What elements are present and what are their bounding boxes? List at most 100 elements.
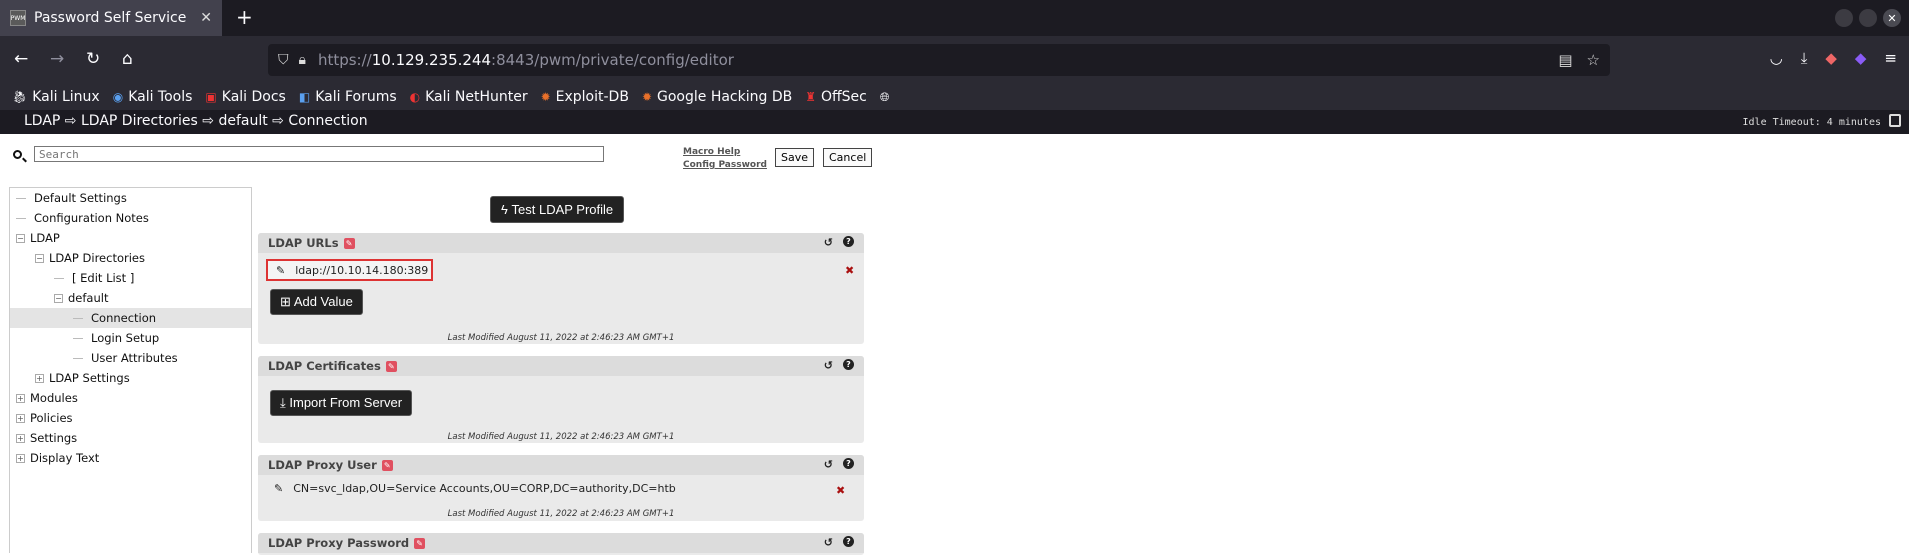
tree-item[interactable]: + Settings bbox=[16, 428, 77, 448]
reset-icon[interactable]: ↺ bbox=[824, 536, 833, 549]
tree-item[interactable]: − LDAP bbox=[16, 228, 60, 248]
cancel-button[interactable]: Cancel bbox=[823, 148, 873, 167]
bookmark-kali-linux[interactable]: 🐉︎ Kali Linux bbox=[12, 89, 100, 105]
menu-icon[interactable]: ≡ bbox=[1884, 49, 1897, 67]
bookmark-offsec[interactable]: ♜ OffSec bbox=[805, 89, 867, 105]
expand-icon[interactable]: + bbox=[16, 434, 25, 443]
tree-item[interactable]: + Policies bbox=[16, 408, 73, 428]
proxy-user-value[interactable]: ✎ CN=svc_ldap,OU=Service Accounts,OU=CORP… bbox=[266, 479, 676, 501]
edit-icon[interactable]: ✎ bbox=[381, 460, 393, 471]
last-modified: Last Modified August 11, 2022 at 2:46:23… bbox=[447, 432, 675, 442]
bookmark-kali-tools[interactable]: ◉ Kali Tools bbox=[113, 89, 193, 105]
expand-icon[interactable]: + bbox=[16, 454, 25, 463]
kali-forums-icon: ◧ bbox=[298, 90, 311, 104]
bookmark-star-icon[interactable]: ☆ bbox=[1587, 51, 1600, 69]
tree-item[interactable]: [ Edit List ] bbox=[54, 268, 134, 288]
tree-item[interactable]: + Display Text bbox=[16, 448, 99, 468]
forward-icon[interactable]: → bbox=[50, 49, 64, 69]
test-ldap-profile-button[interactable]: ϟ Test LDAP Profile bbox=[490, 196, 625, 223]
ldap-url-value[interactable]: ✎ ldap://10.10.14.180:389 bbox=[266, 259, 433, 281]
expand-icon[interactable]: + bbox=[35, 374, 44, 383]
minimize-icon[interactable] bbox=[1835, 9, 1853, 27]
extension-fox-icon[interactable]: ◆ bbox=[1825, 49, 1837, 67]
help-icon[interactable]: ? bbox=[843, 359, 854, 370]
tree-item[interactable]: + Modules bbox=[16, 388, 78, 408]
collapse-icon[interactable]: − bbox=[54, 294, 63, 303]
edit-icon[interactable]: ✎ bbox=[385, 361, 397, 372]
tree-item-label: Policies bbox=[30, 411, 73, 425]
tree-item[interactable]: Connection bbox=[10, 308, 251, 328]
maximize-icon[interactable] bbox=[1859, 9, 1877, 27]
edit-icon[interactable]: ✎ bbox=[343, 238, 355, 249]
search-input[interactable] bbox=[34, 146, 604, 162]
delete-icon[interactable]: ✖ bbox=[845, 264, 854, 277]
idle-timeout: Idle Timeout: 4 minutes bbox=[1742, 117, 1881, 128]
extension-purple-icon[interactable]: ◆ bbox=[1855, 49, 1867, 67]
pencil-icon[interactable]: ✎ bbox=[274, 482, 283, 495]
macro-help-link[interactable]: Macro Help bbox=[683, 146, 767, 159]
edit-icon[interactable]: ✎ bbox=[414, 538, 426, 549]
tree-item-label: LDAP bbox=[30, 231, 60, 245]
save-button[interactable]: Save bbox=[775, 148, 815, 167]
collapse-icon[interactable]: − bbox=[35, 254, 44, 263]
bookmark-google-hacking-db[interactable]: ✹ Google Hacking DB bbox=[642, 89, 792, 105]
window-close-icon[interactable]: ✕ bbox=[1883, 9, 1901, 27]
app-header: LDAP ⇨ LDAP Directories ⇨ default ⇨ Conn… bbox=[0, 110, 1909, 134]
help-icon[interactable]: ? bbox=[843, 236, 854, 247]
shield-icon[interactable]: ⛉ bbox=[278, 52, 289, 68]
delete-icon[interactable]: ✖ bbox=[836, 484, 845, 497]
bookmark-exploit-db[interactable]: ✹ Exploit-DB bbox=[541, 89, 629, 105]
bookmark-globe[interactable]: 🌐︎ bbox=[880, 90, 890, 105]
tree-line bbox=[16, 198, 26, 199]
config-password-link[interactable]: Config Password bbox=[683, 159, 767, 172]
import-label: Import From Server bbox=[289, 395, 403, 410]
downloads-icon[interactable]: ⤓ bbox=[1801, 49, 1808, 67]
help-icon[interactable]: ? bbox=[843, 458, 854, 469]
pencil-icon[interactable]: ✎ bbox=[276, 264, 285, 277]
bookmarks-bar: 🐉︎ Kali Linux ◉ Kali Tools ▣ Kali Docs ◧ Kal… bbox=[0, 84, 1909, 110]
bookmark-label: Kali Tools bbox=[128, 89, 193, 105]
bookmark-label: Kali NetHunter bbox=[425, 89, 528, 105]
kali-dragon-icon: 🐉︎ bbox=[12, 90, 28, 104]
lock-warning-icon[interactable]: 🔒︎ bbox=[299, 52, 306, 68]
tree-item[interactable]: − default bbox=[54, 288, 108, 308]
nethunter-icon: ◐ bbox=[409, 90, 421, 104]
url-bar[interactable]: ⛉ 🔒︎ https://10.129.235.244:8443/pwm/pri… bbox=[268, 44, 1610, 76]
settings-tree: Default Settings Configuration Notes − LDAP… bbox=[9, 187, 252, 553]
back-icon[interactable]: ← bbox=[14, 49, 28, 69]
reader-view-icon[interactable]: ▤ bbox=[1558, 51, 1572, 69]
tree-item[interactable]: Configuration Notes bbox=[16, 208, 149, 228]
tree-item[interactable]: + LDAP Settings bbox=[35, 368, 130, 388]
expand-icon[interactable]: + bbox=[16, 414, 25, 423]
tree-item[interactable]: − LDAP Directories bbox=[35, 248, 145, 268]
editor-toolbar: Macro Help Config Password Save Cancel bbox=[0, 134, 1909, 174]
bookmark-label: Exploit-DB bbox=[555, 89, 629, 105]
bookmark-kali-docs[interactable]: ▣ Kali Docs bbox=[205, 89, 285, 105]
browser-nav-bar: ← → ↻ ⌂ ⛉ 🔒︎ https://10.129.235.244:8443… bbox=[0, 36, 1909, 84]
book-icon[interactable] bbox=[1889, 114, 1901, 127]
new-tab-icon[interactable]: + bbox=[236, 6, 253, 28]
tree-item[interactable]: Default Settings bbox=[16, 188, 127, 208]
reset-icon[interactable]: ↺ bbox=[824, 359, 833, 372]
bookmark-label: Kali Linux bbox=[32, 89, 100, 105]
collapse-icon[interactable]: − bbox=[16, 234, 25, 243]
browser-tab[interactable]: PWM Password Self Service ✕ bbox=[0, 0, 222, 36]
tree-item[interactable]: User Attributes bbox=[73, 348, 178, 368]
reset-icon[interactable]: ↺ bbox=[824, 236, 833, 249]
bookmark-kali-forums[interactable]: ◧ Kali Forums bbox=[299, 89, 397, 105]
expand-icon[interactable]: + bbox=[16, 394, 25, 403]
tree-item[interactable]: Login Setup bbox=[73, 328, 159, 348]
search-icon bbox=[13, 150, 22, 159]
tab-close-icon[interactable]: ✕ bbox=[200, 10, 212, 26]
bookmark-kali-nethunter[interactable]: ◐ Kali NetHunter bbox=[410, 89, 528, 105]
tree-line bbox=[73, 358, 83, 359]
add-value-button[interactable]: ⊞ Add Value bbox=[270, 289, 363, 315]
pocket-icon[interactable]: ◡ bbox=[1770, 49, 1783, 67]
url-text[interactable]: https://10.129.235.244:8443/pwm/private/… bbox=[318, 51, 734, 69]
reset-icon[interactable]: ↺ bbox=[824, 458, 833, 471]
import-from-server-button[interactable]: ⤓ Import From Server bbox=[270, 390, 413, 416]
home-icon[interactable]: ⌂ bbox=[122, 49, 133, 69]
help-icon[interactable]: ? bbox=[843, 536, 854, 547]
reload-icon[interactable]: ↻ bbox=[86, 49, 100, 69]
tree-item-label: Connection bbox=[91, 311, 157, 325]
